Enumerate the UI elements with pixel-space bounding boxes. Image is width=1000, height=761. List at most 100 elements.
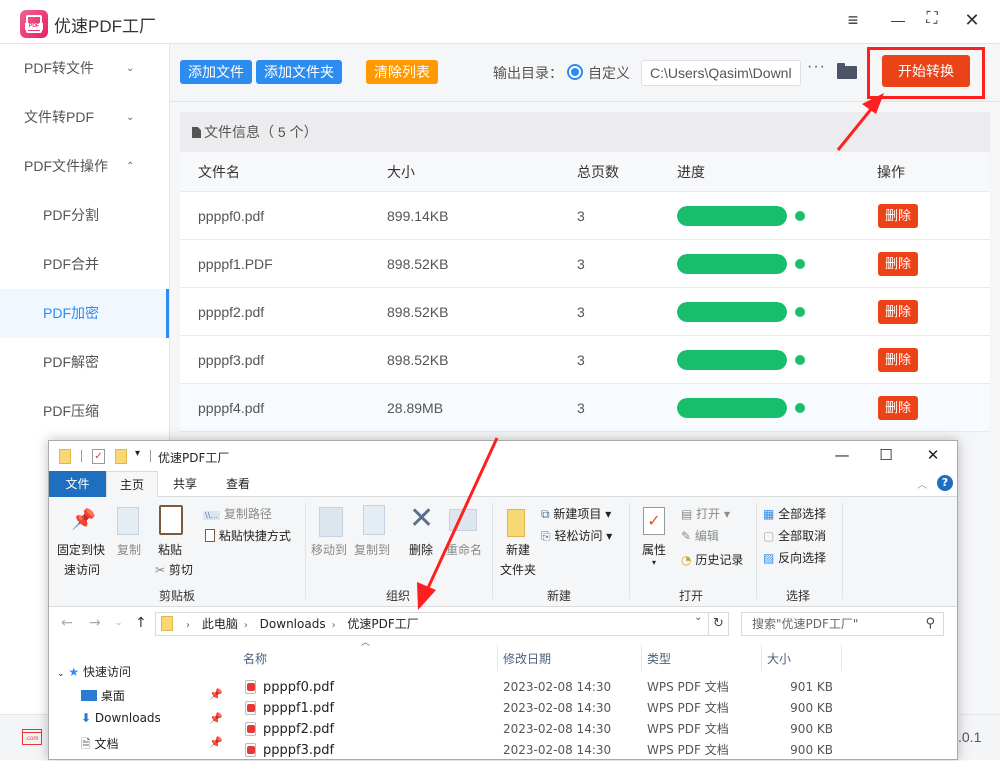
sidebar-item-pdf-decrypt[interactable]: PDF解密	[0, 338, 169, 387]
maximize-icon[interactable]: ⛶	[920, 10, 944, 28]
delete-button[interactable]: 删除	[878, 252, 919, 276]
page-count: 3	[577, 256, 585, 272]
breadcrumb-this-pc[interactable]: 此电脑	[202, 613, 238, 635]
explorer-tabs: 文件 主页 共享 查看 ︿ ?	[49, 471, 957, 498]
back-icon[interactable]: ←	[61, 615, 73, 631]
download-arrow-icon: ⬇	[81, 711, 92, 725]
sidebar-item-pdf-compress[interactable]: PDF压缩	[0, 387, 169, 436]
paste-shortcut-button[interactable]: 粘贴快捷方式	[205, 527, 291, 544]
refresh-icon[interactable]: ↻	[709, 612, 729, 636]
success-check-icon	[795, 211, 805, 221]
col-type[interactable]: 类型	[647, 647, 671, 671]
maximize-icon[interactable]: ☐	[871, 446, 901, 464]
collapse-ribbon-icon[interactable]: ︿	[917, 476, 927, 491]
breadcrumb-current[interactable]: 优速PDF工厂	[347, 613, 418, 635]
address-bar[interactable]: › 此电脑 › Downloads › 优速PDF工厂	[155, 612, 709, 636]
custom-radio-label[interactable]: 自定义	[588, 63, 630, 83]
page-count: 3	[577, 400, 585, 416]
edit-button[interactable]: ✎ 编辑	[681, 527, 719, 544]
col-date[interactable]: 修改日期	[503, 647, 551, 671]
col-filename: 文件名	[198, 164, 240, 180]
invert-selection-button[interactable]: ▨ 反向选择	[763, 549, 826, 566]
copy-button[interactable]: 复制	[117, 541, 141, 558]
cut-button[interactable]: ✂ 剪切	[155, 561, 193, 578]
customize-toolbar-icon[interactable]: ▾	[135, 448, 140, 459]
list-item[interactable]: ppppf3.pdf 2023-02-08 14:30 WPS PDF 文档 900 …	[225, 740, 959, 761]
nav-documents[interactable]: 🗎 文档	[81, 735, 119, 756]
clear-list-button[interactable]: 清除列表	[366, 60, 438, 84]
table-row: ppppf1.PDF 898.52KB 3 删除	[180, 240, 990, 288]
list-item[interactable]: ppppf2.pdf 2023-02-08 14:30 WPS PDF 文档 900 …	[225, 719, 959, 740]
explorer-title: 优速PDF工厂	[158, 451, 230, 465]
minimize-icon[interactable]: —	[886, 12, 910, 28]
new-folder-icon[interactable]	[115, 449, 127, 464]
nav-downloads[interactable]: ⬇ Downloads	[81, 711, 161, 725]
website-icon[interactable]: .com	[22, 729, 42, 745]
address-dropdown-icon[interactable]: ⌄	[694, 612, 702, 623]
file-date: 2023-02-08 14:30	[503, 701, 612, 715]
folder-icon	[59, 449, 71, 464]
help-icon[interactable]: ?	[937, 475, 953, 491]
sidebar-item-file-to-pdf[interactable]: 文件转PDF ⌄	[0, 93, 169, 142]
tab-home[interactable]: 主页	[106, 471, 158, 498]
custom-radio[interactable]	[567, 64, 583, 80]
rename-button[interactable]: 重命名	[446, 541, 482, 558]
pin-quick-access-button[interactable]: 固定到快 速访问	[57, 541, 105, 578]
sidebar-item-pdf-encrypt[interactable]: PDF加密	[0, 289, 169, 338]
delete-button[interactable]: 删除	[878, 396, 919, 420]
nav-quick-access[interactable]: ⌄ ★ 快速访问	[57, 663, 131, 680]
copy-to-button[interactable]: 复制到	[354, 541, 390, 558]
move-to-button[interactable]: 移动到	[311, 541, 347, 558]
delete-button[interactable]: 删除	[878, 300, 919, 324]
close-icon[interactable]: ✕	[960, 10, 984, 31]
copy-path-button[interactable]: \\... 复制路径	[203, 505, 272, 522]
start-convert-button[interactable]: 开始转换	[882, 55, 970, 87]
file-type: WPS PDF 文档	[647, 680, 729, 694]
select-all-button[interactable]: ▦ 全部选择	[763, 505, 826, 522]
sidebar-item-pdf-to-file[interactable]: PDF转文件 ⌄	[0, 44, 169, 93]
new-folder-button[interactable]: 新建 文件夹	[500, 541, 536, 578]
output-path-input[interactable]	[641, 60, 801, 86]
sidebar-item-pdf-split[interactable]: PDF分割	[0, 191, 169, 240]
menu-icon[interactable]: ≡	[841, 10, 865, 31]
paste-button[interactable]: 粘贴	[158, 541, 182, 558]
new-item-button[interactable]: ⧉ 新建项目 ▾	[541, 505, 611, 522]
delete-button[interactable]: 删除	[409, 541, 433, 558]
up-icon[interactable]: ↑	[135, 615, 147, 631]
delete-button[interactable]: 删除	[878, 348, 919, 372]
easy-access-icon: ⎘	[541, 529, 551, 543]
col-name[interactable]: 名称	[243, 647, 267, 671]
select-none-button[interactable]: ▢ 全部取消	[763, 527, 826, 544]
organize-group-label: 组织	[386, 589, 411, 603]
search-input[interactable]: 搜索"优速PDF工厂" ⚲	[741, 612, 944, 636]
forward-icon[interactable]: →	[89, 615, 101, 631]
panel-header: 文件信息（ 5 个）	[180, 112, 990, 152]
sidebar-item-pdf-merge[interactable]: PDF合并	[0, 240, 169, 289]
file-size: 898.52KB	[387, 256, 449, 272]
col-size[interactable]: 大小	[767, 647, 791, 671]
breadcrumb-downloads[interactable]: Downloads	[260, 613, 326, 635]
history-button[interactable]: ◔ 历史记录	[681, 551, 743, 568]
minimize-icon[interactable]: —	[827, 446, 857, 464]
list-item[interactable]: ppppf1.pdf 2023-02-08 14:30 WPS PDF 文档 900 …	[225, 698, 959, 719]
list-item[interactable]: ppppf0.pdf 2023-02-08 14:30 WPS PDF 文档 901 …	[225, 677, 959, 698]
properties-button[interactable]: 属性 ▾	[642, 541, 666, 567]
tab-share[interactable]: 共享	[161, 471, 209, 497]
close-icon[interactable]: ✕	[918, 446, 948, 464]
open-button[interactable]: ▤ 打开 ▾	[681, 505, 730, 522]
sidebar-item-pdf-operations[interactable]: PDF文件操作 ⌃	[0, 142, 169, 191]
file-name: ppppf0.pdf	[263, 680, 335, 695]
more-options-button[interactable]: ···	[807, 58, 826, 76]
delete-button[interactable]: 删除	[878, 204, 919, 228]
add-folder-button[interactable]: 添加文件夹	[256, 60, 342, 84]
tab-file[interactable]: 文件	[49, 471, 106, 497]
recent-dropdown-icon[interactable]: ⌄	[115, 618, 123, 628]
sort-ascending-icon: ︿	[361, 638, 371, 648]
add-file-button[interactable]: 添加文件	[180, 60, 252, 84]
easy-access-button[interactable]: ⎘ 轻松访问 ▾	[541, 527, 612, 544]
tab-view[interactable]: 查看	[214, 471, 262, 497]
new-group-label: 新建	[547, 589, 572, 603]
nav-desktop[interactable]: 桌面	[81, 687, 125, 704]
folder-icon[interactable]	[837, 63, 857, 79]
properties-check-icon[interactable]: ✓	[92, 449, 105, 464]
